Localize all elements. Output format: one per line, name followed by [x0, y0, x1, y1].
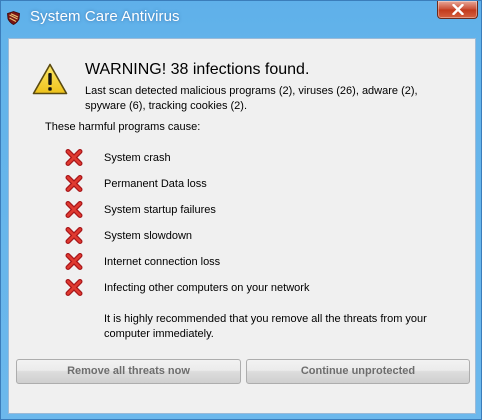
list-item: System slowdown [65, 227, 445, 245]
red-x-icon [65, 201, 83, 218]
red-x-icon [65, 253, 83, 270]
red-x-icon [65, 175, 83, 192]
shield-icon [7, 11, 20, 25]
remove-threats-button[interactable]: Remove all threats now [16, 359, 241, 384]
red-x-icon [65, 227, 83, 244]
threat-label: System crash [104, 152, 171, 164]
list-item: System startup failures [65, 201, 445, 219]
threat-label: System startup failures [104, 204, 216, 216]
antivirus-window: System Care Antivirus WARNING! 38 infect… [0, 0, 482, 420]
list-item: Infecting other computers on your networ… [65, 279, 445, 297]
warning-heading: WARNING! 38 infections found. [85, 61, 310, 78]
list-item: Internet connection loss [65, 253, 445, 271]
red-x-icon [65, 149, 83, 166]
recommendation-text: It is highly recommended that you remove… [104, 313, 427, 340]
window-title: System Care Antivirus [30, 8, 180, 25]
warning-icon [32, 63, 68, 95]
list-item: System crash [65, 149, 445, 167]
causes-label: These harmful programs cause: [45, 121, 201, 133]
threat-label: System slowdown [104, 230, 193, 242]
threat-label: Permanent Data loss [104, 178, 207, 190]
continue-unprotected-button[interactable]: Continue unprotected [246, 359, 470, 384]
close-button[interactable] [437, 1, 478, 19]
dialog-body: WARNING! 38 infections found. Last scan … [8, 38, 476, 414]
threat-label: Infecting other computers on your networ… [104, 282, 310, 294]
red-x-icon [65, 279, 83, 296]
threat-label: Internet connection loss [104, 256, 221, 268]
title-bar[interactable]: System Care Antivirus [1, 1, 481, 37]
list-item: Permanent Data loss [65, 175, 445, 193]
close-icon [452, 4, 464, 15]
scan-summary: Last scan detected malicious programs (2… [85, 85, 418, 112]
